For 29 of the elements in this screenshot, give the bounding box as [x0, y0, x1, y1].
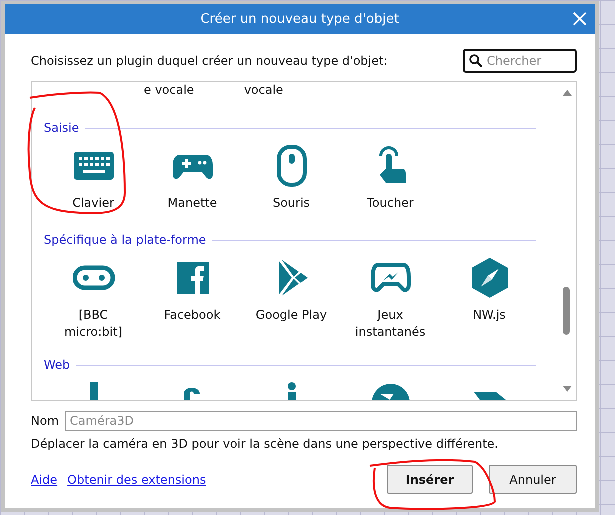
plugin-label[interactable]: Facebook	[152, 307, 232, 324]
prompt-text: Choisissez un plugin duquel créer un nouveau type d'objet:	[31, 54, 388, 68]
help-link[interactable]: Obtenir des extensions	[68, 472, 206, 486]
plugin-label[interactable]: Souris	[252, 195, 332, 212]
plugin-label[interactable]: vocale	[244, 83, 284, 101]
section-heading: Web	[44, 358, 70, 372]
search-icon	[469, 54, 483, 68]
plugin-label[interactable]: Jeux instantanés	[350, 307, 430, 341]
help-link[interactable]: Aide	[31, 472, 58, 486]
search-box[interactable]: Chercher	[463, 49, 577, 73]
close-icon[interactable]	[573, 12, 587, 26]
insert-button[interactable]: Insérer	[387, 465, 473, 494]
plugin-label[interactable]: e vocale	[144, 83, 194, 101]
scroll-thumb[interactable]	[563, 287, 570, 335]
name-field[interactable]: Caméra3D	[65, 411, 577, 431]
window-title: Créer un nouveau type d'objet	[200, 12, 400, 26]
cancel-button[interactable]: Annuler	[489, 465, 577, 494]
description-text: Déplacer la caméra en 3D pour voir la scène dans une perspective différente.	[31, 437, 500, 451]
section-heading: Saisie	[44, 121, 80, 135]
plugin-label[interactable]: [BBC micro:bit]	[54, 307, 134, 341]
plugin-label[interactable]: Clavier	[54, 195, 134, 212]
plugin-label[interactable]: Toucher	[350, 195, 430, 212]
scroll-down-icon[interactable]	[563, 386, 572, 392]
section-heading: Spécifique à la plate-forme	[44, 233, 206, 247]
plugin-label[interactable]: NW.js	[450, 307, 530, 324]
plugin-label[interactable]: Google Play	[252, 307, 332, 324]
plugin-label[interactable]: Manette	[152, 195, 232, 212]
name-label: Nom	[31, 414, 60, 428]
scroll-up-icon[interactable]	[563, 90, 572, 96]
